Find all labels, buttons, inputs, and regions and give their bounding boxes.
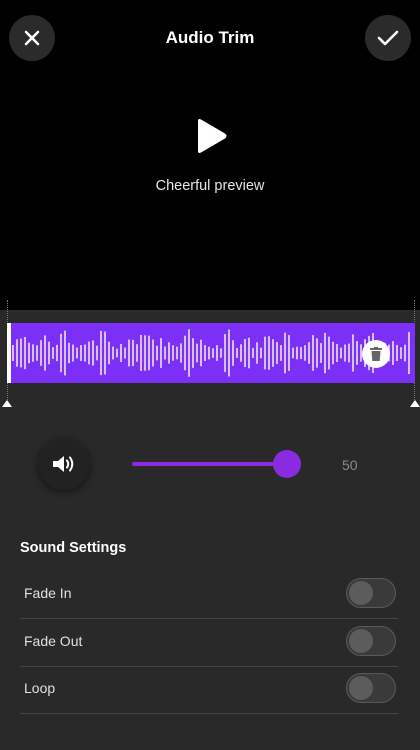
trim-start-marker[interactable] — [2, 400, 12, 407]
page-title: Audio Trim — [165, 28, 255, 47]
toggle-knob — [349, 676, 373, 700]
volume-value: 50 — [342, 457, 358, 473]
waveform[interactable] — [7, 323, 415, 383]
sound-settings-title: Sound Settings — [20, 540, 127, 556]
volume-slider[interactable] — [132, 450, 301, 478]
loop-toggle[interactable] — [346, 673, 396, 703]
fade-in-toggle[interactable] — [346, 578, 396, 608]
setting-label: Loop — [24, 680, 56, 696]
trim-handle-left[interactable] — [7, 323, 11, 383]
setting-row-fade-out: Fade Out — [20, 618, 398, 667]
setting-row-fade-in: Fade In — [20, 570, 398, 619]
waveform-track[interactable] — [7, 323, 415, 383]
check-icon — [377, 30, 399, 46]
editor-panel: 50 Sound Settings Fade In Fade Out Loop — [0, 300, 420, 750]
trash-icon — [370, 347, 382, 361]
speaker-icon — [53, 456, 74, 472]
preview-label: Cheerful preview — [155, 178, 265, 194]
setting-label: Fade Out — [24, 633, 83, 649]
preview-area: Audio Trim Cheerful preview — [0, 0, 420, 310]
volume-button[interactable] — [38, 438, 90, 490]
setting-row-loop: Loop — [20, 665, 398, 714]
delete-button[interactable] — [362, 340, 390, 368]
waveform-bars — [12, 329, 410, 377]
volume-slider-fill — [132, 462, 287, 466]
trim-end-marker[interactable] — [410, 400, 420, 407]
play-icon[interactable] — [194, 118, 228, 154]
confirm-button[interactable] — [365, 15, 411, 61]
toggle-knob — [349, 581, 373, 605]
fade-out-toggle[interactable] — [346, 626, 396, 656]
volume-slider-thumb[interactable] — [273, 450, 301, 478]
toggle-knob — [349, 629, 373, 653]
setting-label: Fade In — [24, 585, 72, 601]
